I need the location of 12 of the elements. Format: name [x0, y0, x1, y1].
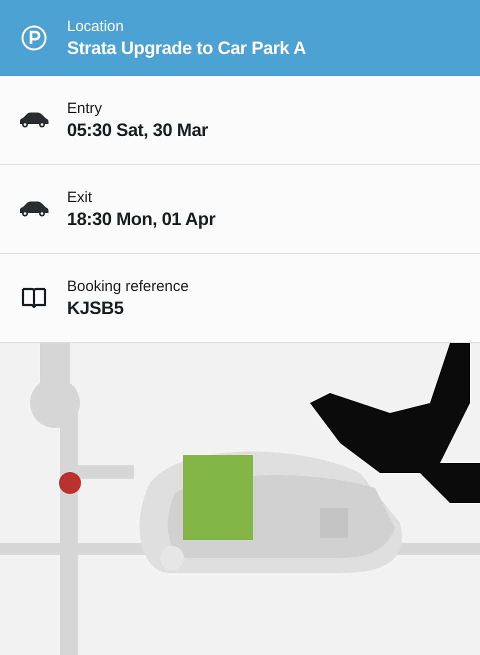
detail-label: Entry — [67, 100, 102, 116]
detail-value: 18:30 Mon, 01 Apr — [67, 208, 216, 230]
detail-value: Strata Upgrade to Car Park A — [67, 38, 306, 58]
detail-value: KJSB5 — [67, 298, 124, 318]
detail-label: Booking reference — [67, 278, 189, 294]
book-icon — [20, 287, 46, 309]
detail-label: Exit — [67, 188, 92, 206]
detail-label: Location — [67, 18, 124, 34]
detail-value: 05:30 Sat, 30 Mar — [67, 120, 208, 140]
car-icon — [18, 112, 48, 128]
parking-icon — [20, 25, 46, 51]
car-icon — [18, 201, 48, 217]
